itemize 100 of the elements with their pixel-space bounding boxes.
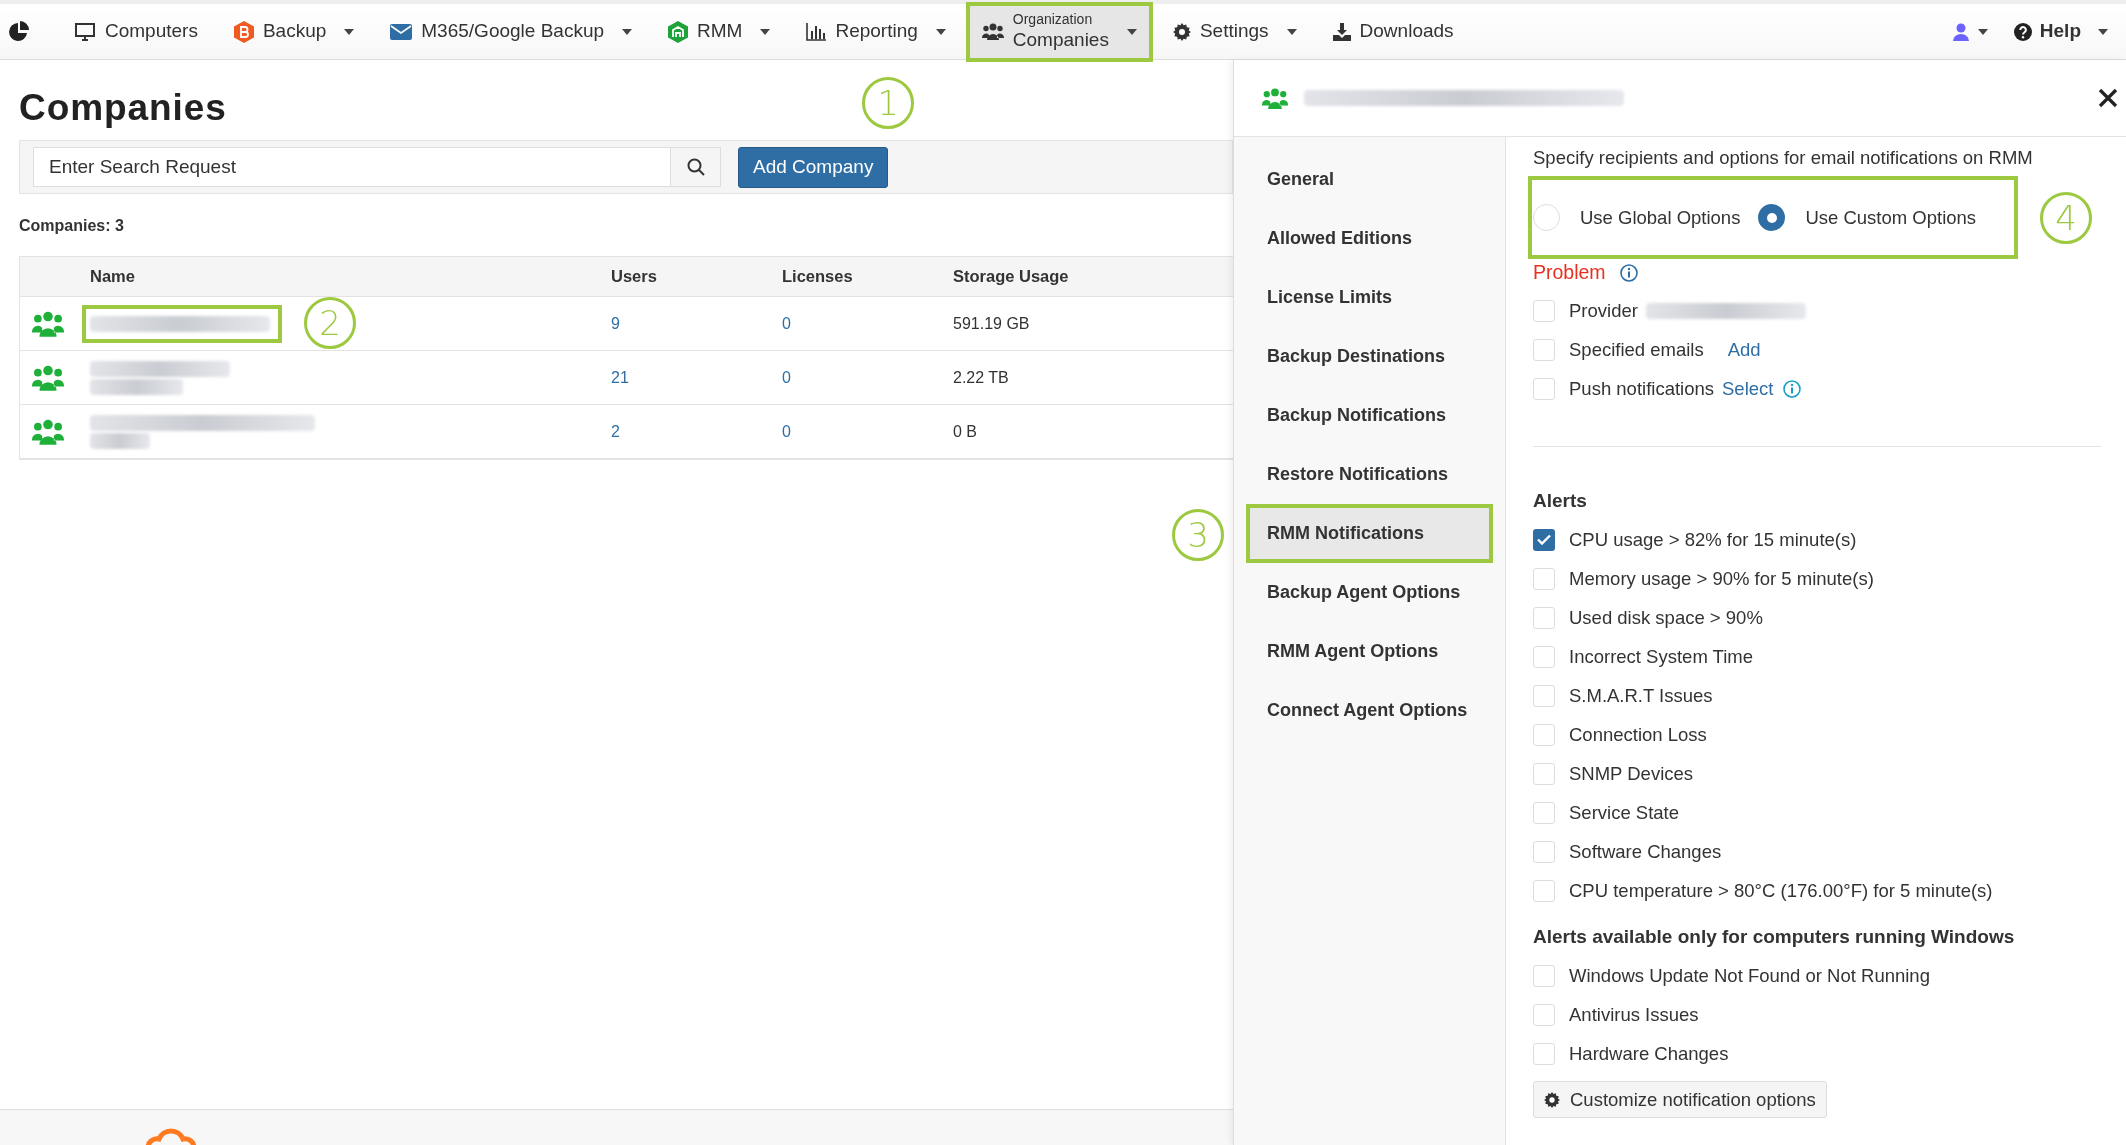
caret-icon xyxy=(1126,28,1137,35)
side-nav-item[interactable]: General xyxy=(1246,150,1493,209)
section-title: Alerts xyxy=(1533,489,1588,513)
side-nav-item[interactable]: Backup Destinations xyxy=(1246,327,1493,386)
nav-menu-item[interactable]: Backup xyxy=(217,1,371,62)
nav-menu-item[interactable]: RMM xyxy=(652,1,787,62)
users-icon xyxy=(1262,87,1288,109)
cloud-logo-icon xyxy=(145,1126,197,1145)
add-company-button[interactable]: Add Company xyxy=(738,146,889,188)
radio-label: Use Custom Options xyxy=(1805,205,1977,230)
checkbox[interactable] xyxy=(1533,762,1555,785)
nav-menu-button[interactable]: Organization Companies xyxy=(965,1,1153,62)
callout-number: 2 xyxy=(304,297,356,349)
caret-icon xyxy=(1286,28,1297,35)
caret-icon xyxy=(622,28,633,35)
bar-chart-icon xyxy=(806,22,827,41)
checkbox[interactable] xyxy=(1533,879,1555,902)
side-nav-item[interactable]: RMM Agent Options xyxy=(1246,622,1493,681)
side-nav-item[interactable]: Allowed Editions xyxy=(1246,209,1493,268)
side-nav-item[interactable]: Restore Notifications xyxy=(1246,445,1493,504)
nav-sublabel: Organization xyxy=(1012,10,1093,29)
hexagon-icon xyxy=(233,20,254,43)
checkbox[interactable] xyxy=(1533,1003,1555,1026)
callout-number: 4 xyxy=(2040,192,2092,244)
users-link[interactable]: 2 xyxy=(611,422,620,440)
checkbox-label: CPU temperature > 80°C (176.00°F) for 5 minute(s) xyxy=(1569,878,1993,903)
link[interactable]: Add xyxy=(1727,335,1761,364)
radio-option[interactable]: Use Global Options xyxy=(1533,203,1741,232)
checkbox[interactable] xyxy=(1533,801,1555,824)
checkbox[interactable] xyxy=(1533,723,1555,746)
download-icon xyxy=(1332,22,1351,41)
column-header: Storage Usage xyxy=(953,267,1069,286)
checkbox-label: Hardware Changes xyxy=(1569,1041,1729,1066)
nav-menu-item[interactable]: Settings xyxy=(1156,1,1313,62)
licenses-link[interactable]: 0 xyxy=(782,422,791,440)
licenses-link[interactable]: 0 xyxy=(782,314,791,332)
checkbox-label: Used disk space > 90% xyxy=(1569,605,1763,630)
info-icon xyxy=(1783,379,1802,398)
nav-menu-item[interactable]: Computers xyxy=(58,1,214,62)
checkbox[interactable] xyxy=(1533,645,1555,668)
checkbox[interactable] xyxy=(1533,299,1555,322)
caret-icon xyxy=(2098,28,2108,35)
side-nav-item[interactable]: Backup Agent Options xyxy=(1246,563,1493,622)
side-nav-item[interactable]: RMM Notifications xyxy=(1246,504,1493,563)
checkbox[interactable] xyxy=(1533,528,1555,551)
users-link[interactable]: 21 xyxy=(611,368,629,386)
checkbox[interactable] xyxy=(1533,338,1555,361)
checkmark-icon xyxy=(1537,534,1551,545)
caret-icon xyxy=(760,28,771,35)
checkbox[interactable] xyxy=(1533,1042,1555,1065)
column-header: Users xyxy=(611,267,657,286)
help-menu-button[interactable]: Help xyxy=(1999,11,2122,52)
customize-notification-button[interactable]: Customize notification options xyxy=(1533,1081,1827,1118)
users-link[interactable]: 9 xyxy=(611,314,620,332)
checkbox[interactable] xyxy=(1533,684,1555,707)
search-icon xyxy=(686,158,705,176)
page-title: Companies xyxy=(19,86,227,130)
nav-menu-item[interactable]: Reporting xyxy=(790,1,962,62)
table-cell: 591.19 GB xyxy=(953,314,1030,332)
radio-button[interactable] xyxy=(1533,204,1560,231)
radio-option[interactable]: Use Custom Options xyxy=(1758,203,1977,232)
table-cell: 0 B xyxy=(953,422,977,440)
checkbox-label: Push notifications xyxy=(1569,376,1714,401)
side-nav-item[interactable]: Connect Agent Options xyxy=(1246,681,1493,740)
checkbox[interactable] xyxy=(1533,606,1555,629)
info-icon xyxy=(1619,264,1638,282)
users-icon xyxy=(32,418,64,445)
user-icon xyxy=(1952,22,1969,41)
pie-chart-logo-icon xyxy=(8,20,30,43)
section-title: Problem xyxy=(1533,260,1606,286)
link[interactable]: Select xyxy=(1722,374,1774,403)
caret-icon xyxy=(344,28,355,35)
users-icon xyxy=(32,310,64,337)
column-header: Licenses xyxy=(782,267,853,286)
side-nav-item[interactable]: License Limits xyxy=(1246,268,1493,327)
radio-button[interactable] xyxy=(1758,204,1786,231)
checkbox[interactable] xyxy=(1533,964,1555,987)
checkbox-label: CPU usage > 82% for 15 minute(s) xyxy=(1569,527,1857,552)
checkbox[interactable] xyxy=(1533,377,1555,400)
checkbox-label: Incorrect System Time xyxy=(1569,644,1753,669)
radio-label: Use Global Options xyxy=(1580,205,1741,230)
column-header: Name xyxy=(90,267,135,286)
users-icon xyxy=(32,364,64,391)
checkbox-label: Memory usage > 90% for 5 minute(s) xyxy=(1569,566,1874,591)
checkbox-label: S.M.A.R.T Issues xyxy=(1569,683,1713,708)
nav-menu-item[interactable]: M365/Google Backup xyxy=(374,1,649,62)
caret-icon xyxy=(935,28,946,35)
side-nav-item[interactable]: Backup Notifications xyxy=(1246,386,1493,445)
checkbox[interactable] xyxy=(1533,567,1555,590)
nav-menu-item[interactable]: Downloads xyxy=(1316,1,1470,62)
description-text: Specify recipients and options for email notifications on RMM xyxy=(1533,146,2034,170)
checkbox-label: Windows Update Not Found or Not Running xyxy=(1569,963,1930,988)
envelope-icon xyxy=(390,23,413,40)
licenses-link[interactable]: 0 xyxy=(782,368,791,386)
gear-icon xyxy=(1544,1091,1560,1108)
caret-icon xyxy=(1977,28,1988,35)
search-field[interactable]: Enter Search Request xyxy=(33,147,671,187)
search-button[interactable] xyxy=(671,147,721,187)
checkbox[interactable] xyxy=(1533,840,1555,863)
monitor-icon xyxy=(74,21,96,42)
